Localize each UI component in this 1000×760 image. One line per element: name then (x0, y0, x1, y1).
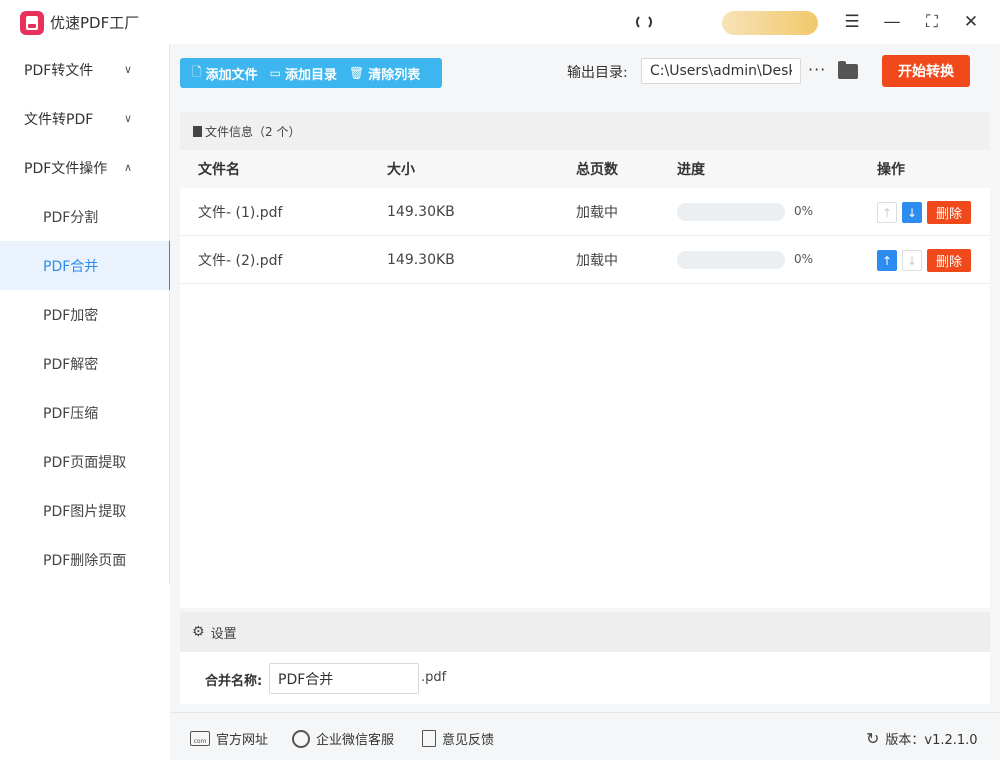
add-file-label: 添加文件 (205, 67, 258, 83)
start-convert-button[interactable]: 开始转换 (882, 55, 970, 87)
sidebar-item-label: PDF删除页面 (43, 552, 127, 569)
chat-icon (292, 729, 310, 748)
file-size: 149.30KB (387, 251, 455, 268)
sidebar-item-label: PDF页面提取 (43, 454, 127, 471)
move-down-button[interactable]: ↓ (902, 250, 922, 271)
folder-outline-icon: ▭ (269, 66, 282, 80)
progress-bar (677, 203, 785, 221)
move-down-button[interactable]: ↓ (902, 202, 922, 223)
sidebar-item-pdf-compress[interactable]: PDF压缩 (0, 388, 170, 437)
column-header-pages: 总页数 (576, 162, 618, 178)
table-header: 文件名 大小 总页数 进度 操作 (180, 150, 990, 188)
chevron-down-icon: ∨ (124, 112, 133, 125)
add-directory-label: 添加目录 (285, 67, 338, 83)
feedback-link[interactable]: 意见反馈 (422, 729, 494, 748)
move-up-button[interactable]: ↑ (877, 202, 897, 223)
progress-percent: 0% (794, 252, 814, 266)
website-link[interactable]: com 官方网址 (190, 729, 268, 748)
sidebar-item-pdf-merge[interactable]: PDF合并 (0, 241, 171, 290)
settings-header: ⚙ 设置 (180, 612, 990, 652)
sidebar-group-label: 文件转PDF (24, 111, 94, 128)
wechat-support-link[interactable]: 企业微信客服 (292, 729, 394, 748)
version-info[interactable]: ↻ 版本：v1.2.1.0 (866, 729, 978, 748)
clear-list-label: 清除列表 (368, 67, 421, 83)
minimize-icon[interactable]: — (882, 12, 902, 32)
loading-spinner-icon (636, 14, 652, 30)
sidebar-group-label: PDF文件操作 (24, 160, 108, 177)
file-name: 文件- (1).pdf (198, 204, 283, 221)
toolbar-file-actions: 🗋 添加文件 ▭ 添加目录 🗑 清除列表 (180, 58, 442, 88)
chevron-down-icon: ∨ (124, 63, 133, 76)
sidebar-item-pdf-split[interactable]: PDF分割 (0, 192, 170, 241)
table-row: 文件- (1).pdf 149.30KB 加载中 0% ↑ ↓ 删除 (180, 188, 990, 236)
table-row: 文件- (2).pdf 149.30KB 加载中 0% ↑ ↓ 删除 (180, 236, 990, 284)
app-logo-icon (20, 11, 44, 35)
sidebar-item-label: PDF图片提取 (43, 503, 127, 520)
delete-button[interactable]: 删除 (927, 249, 971, 272)
merge-name-label: 合并名称: (205, 674, 263, 689)
app-title: 优速PDF工厂 (50, 14, 140, 32)
progress-bar (677, 251, 785, 269)
merge-name-input[interactable] (269, 663, 419, 694)
refresh-icon: ↻ (866, 729, 880, 748)
sidebar-item-pdf-page-extract[interactable]: PDF页面提取 (0, 437, 170, 486)
merge-extension: .pdf (421, 670, 447, 685)
wechat-support-label: 企业微信客服 (316, 733, 395, 748)
sidebar-item-pdf-decrypt[interactable]: PDF解密 (0, 339, 170, 388)
chevron-up-icon: ∧ (124, 161, 133, 174)
file-size: 149.30KB (387, 203, 455, 220)
folder-icon[interactable] (838, 61, 858, 79)
maximize-icon[interactable]: ⛶ (922, 12, 942, 32)
sidebar-item-pdf-encrypt[interactable]: PDF加密 (0, 290, 170, 339)
more-options-button[interactable]: ··· (808, 60, 826, 79)
website-icon: com (190, 731, 210, 746)
website-label: 官方网址 (216, 733, 269, 748)
sidebar-item-label: PDF分割 (43, 209, 99, 226)
progress-percent: 0% (794, 204, 814, 218)
file-pages: 加载中 (576, 204, 618, 221)
settings-title: 设置 (210, 626, 237, 642)
sidebar-group-pdf-operations[interactable]: PDF文件操作 ∧ (0, 143, 170, 192)
clear-list-button[interactable]: 🗑 清除列表 (349, 64, 420, 83)
output-dir-label: 输出目录: (567, 65, 628, 81)
file-icon: 🗋 (192, 64, 202, 79)
sidebar-item-pdf-delete-page[interactable]: PDF删除页面 (0, 535, 170, 584)
gear-icon: ⚙ (192, 624, 205, 640)
file-info-title: 文件信息（2 个） (205, 124, 301, 139)
main-content: 🗋 添加文件 ▭ 添加目录 🗑 清除列表 输出目录: ··· 开始转换 文件信息… (170, 44, 1000, 712)
sidebar-group-pdf-to-file[interactable]: PDF转文件 ∨ (0, 45, 170, 94)
footer: com 官方网址 企业微信客服 意见反馈 ↻ 版本：v1.2.1.0 (170, 712, 1000, 760)
sidebar-item-label: PDF合并 (43, 258, 99, 275)
version-label: 版本：v1.2.1.0 (885, 733, 978, 748)
sidebar-item-label: PDF解密 (43, 356, 99, 373)
document-icon (193, 125, 202, 137)
feedback-icon (422, 730, 436, 747)
file-name: 文件- (2).pdf (198, 252, 283, 269)
column-header-progress: 进度 (677, 162, 705, 178)
trash-icon: 🗑 (349, 66, 365, 80)
column-header-name: 文件名 (198, 162, 240, 178)
output-dir-input[interactable] (641, 58, 801, 84)
file-list-panel: 文件信息（2 个） 文件名 大小 总页数 进度 操作 文件- (1).pdf 1… (180, 112, 990, 608)
title-bar: 优速PDF工厂 ☰ — ⛶ ✕ (0, 0, 1000, 44)
sidebar-group-file-to-pdf[interactable]: 文件转PDF ∨ (0, 94, 170, 143)
add-directory-button[interactable]: ▭ 添加目录 (270, 64, 337, 83)
sidebar-item-pdf-image-extract[interactable]: PDF图片提取 (0, 486, 170, 535)
move-up-button[interactable]: ↑ (877, 250, 897, 271)
sidebar-item-label: PDF加密 (43, 307, 99, 324)
sidebar: PDF转文件 ∨ 文件转PDF ∨ PDF文件操作 ∧ PDF分割 PDF合并 … (0, 44, 171, 584)
feedback-label: 意见反馈 (442, 733, 495, 748)
close-icon[interactable]: ✕ (961, 12, 981, 32)
sidebar-item-label: PDF压缩 (43, 405, 99, 422)
settings-body: 合并名称: .pdf (180, 652, 990, 704)
add-file-button[interactable]: 🗋 添加文件 (192, 63, 258, 84)
menu-icon[interactable]: ☰ (842, 12, 862, 32)
column-header-actions: 操作 (877, 162, 905, 178)
promo-badge[interactable] (722, 11, 818, 35)
column-header-size: 大小 (387, 162, 415, 178)
file-pages: 加载中 (576, 252, 618, 269)
sidebar-group-label: PDF转文件 (24, 62, 94, 79)
file-info-header: 文件信息（2 个） (180, 112, 990, 150)
delete-button[interactable]: 删除 (927, 201, 971, 224)
